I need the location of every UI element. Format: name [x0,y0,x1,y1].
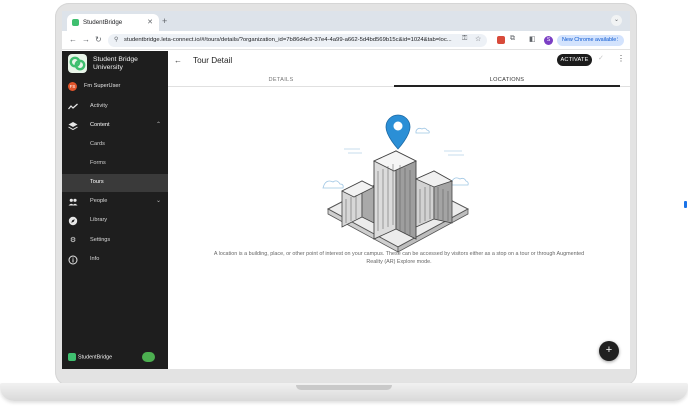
main-content: ← Tour Detail ACTIVATE ✓ ⋮ DETAILS LOCAT… [168,51,630,369]
checkmark-icon[interactable]: ✓ [598,54,604,62]
brand-line-2: University [93,64,123,71]
browser-tabstrip: StudentBridge ✕ + ⌄ [62,11,630,31]
more-vert-icon[interactable]: ⋮ [615,35,620,46]
sidebar-item-forms[interactable]: Forms [62,155,168,173]
more-vert-icon[interactable]: ⋮ [617,54,625,63]
close-tab-icon[interactable]: ✕ [147,18,153,26]
browser-toolbar: ← → ↻ ⚲ studentbridge.leta-connect.io/#/… [62,31,630,50]
extension-icon[interactable] [497,36,505,44]
tab-locations[interactable]: LOCATIONS [394,73,620,87]
studentbridge-logo-icon [68,54,87,73]
brand-line-1: Student Bridge [93,56,138,63]
back-arrow-icon[interactable]: ← [174,56,182,65]
user-menu[interactable]: FS Fm SuperUser [68,81,162,93]
sidebar-item-tours[interactable]: Tours [62,174,168,192]
tab-title: StudentBridge [83,19,123,26]
new-chrome-available-button[interactable]: New Chrome available ⋮ [557,35,624,46]
laptop-scene: StudentBridge ✕ + ⌄ ← → ↻ ⚲ studentbridg… [0,0,688,410]
extensions-puzzle-icon[interactable]: ⧉ [510,35,515,43]
sidebar-item-label: Activity [90,103,108,109]
bookmark-star-icon[interactable]: ☆ [475,35,481,43]
sidebar-item-label: Cards [90,141,105,147]
address-bar[interactable]: ⚲ studentbridge.leta-connect.io/#/tours/… [108,34,487,47]
sidebar-item-label: Content [90,122,110,128]
browser-tab[interactable]: StudentBridge ✕ [67,14,159,31]
user-name: Fm SuperUser [84,83,121,89]
profile-avatar[interactable]: S [544,36,553,45]
studentbridge-mini-logo-icon [68,353,76,361]
footer-logo: StudentBridge [68,353,112,361]
chevron-up-icon[interactable]: ⌃ [156,121,161,128]
compass-icon [68,216,78,226]
info-icon [68,255,78,265]
sidebar-item-library[interactable]: Library [62,212,168,230]
screen: StudentBridge ✕ + ⌄ ← → ↻ ⚲ studentbridg… [62,11,630,369]
brand: Student Bridge University [68,54,162,74]
app-sidebar: Student Bridge University FS Fm SuperUse… [62,51,168,369]
sidebar-item-label: Tours [90,179,104,185]
studentbridge-favicon-icon [72,19,79,26]
sidebar-item-settings[interactable]: ⚙ Settings [62,232,168,250]
side-panel-icon[interactable]: ◧ [529,35,536,43]
tab-details[interactable]: DETAILS [168,73,394,87]
laptop-notch [296,385,392,390]
sidebar-item-activity[interactable]: Activity [62,98,168,116]
sidebar-item-label: Forms [90,160,106,166]
activate-button[interactable]: ACTIVATE [557,54,592,66]
chevron-down-icon[interactable]: ⌄ [156,197,161,204]
sidebar-item-label: Settings [90,237,111,243]
reload-icon[interactable]: ↻ [95,35,102,44]
brand-name: Student Bridge University [93,56,163,72]
back-arrow-icon[interactable]: ← [69,35,77,44]
sidebar-item-label: Library [90,217,108,223]
add-location-button[interactable]: + [599,341,619,361]
sidebar-item-info[interactable]: Info [62,251,168,269]
gear-icon: ⚙ [69,237,77,244]
new-tab-button[interactable]: + [162,16,167,26]
people-icon [68,197,78,207]
detail-tabs: DETAILS LOCATIONS [168,73,630,87]
layers-icon [68,121,78,131]
location-building-illustration [316,109,478,259]
new-chrome-label: New Chrome available [562,37,617,43]
footer-logo-text: StudentBridge [78,354,113,361]
locations-description: A location is a building, place, or othe… [213,251,585,265]
sidebar-item-label: People [90,198,108,204]
page-title: Tour Detail [193,56,233,65]
sidebar-item-people[interactable]: People ⌄ [62,193,168,211]
sidebar-item-cards[interactable]: Cards [62,136,168,154]
activity-icon [68,102,78,112]
forward-arrow-icon[interactable]: → [82,35,90,44]
sidebar-item-label: Info [90,256,100,262]
user-avatar: FS [68,82,77,91]
chat-widget-button[interactable] [142,352,155,362]
password-key-icon[interactable]: ⚿ [462,35,467,43]
edge-indicator [684,201,687,208]
url-text: studentbridge.leta-connect.io/#/tours/de… [124,37,452,43]
site-info-icon[interactable]: ⚲ [114,34,118,47]
sidebar-item-content[interactable]: Content ⌃ [62,117,168,135]
tab-search-chevron-icon[interactable]: ⌄ [611,15,622,26]
